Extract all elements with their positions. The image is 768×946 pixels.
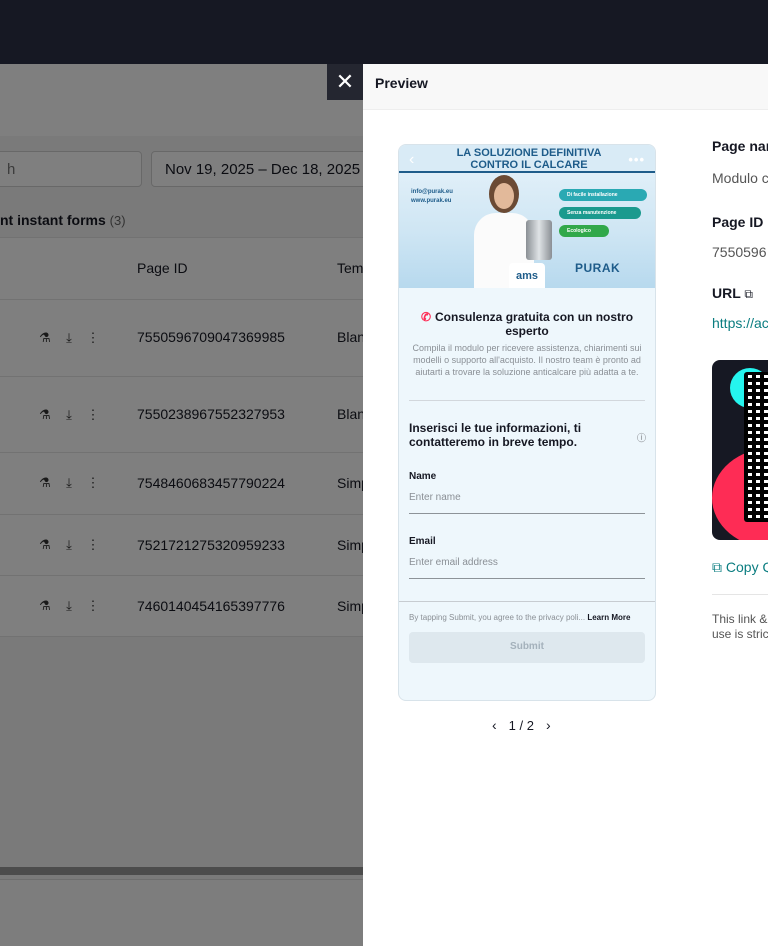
banner-contacts: info@purak.eu www.purak.eu [411, 188, 453, 206]
chevron-left-icon[interactable]: ‹ [492, 717, 497, 733]
banner-title: LA SOLUZIONE DEFINITIVA CONTRO IL CALCAR… [439, 147, 619, 171]
page-id-value: 7550596 [712, 244, 767, 260]
banner-email: info@purak.eu [411, 189, 453, 195]
qr-code-image [744, 372, 768, 522]
purak-logo: PURAK [575, 261, 621, 275]
disclaimer-line: This link & [712, 612, 768, 626]
banner-pill: Senza manutenzione [559, 207, 641, 219]
questions-heading-text: Inserisci le tue informazioni, ti contat… [409, 421, 582, 449]
url-link[interactable]: https://ac [712, 315, 768, 331]
intro-title: ✆ Consulenza gratuita con un nostro esper… [409, 310, 645, 338]
ams-logo: ams [509, 263, 545, 288]
close-button[interactable]: ✕ [327, 64, 363, 100]
chevron-right-icon[interactable]: › [546, 717, 551, 733]
disclaimer-line: use is stric [712, 627, 768, 641]
banner-pill: Ecologico [559, 225, 609, 237]
phone-icon: ✆ [420, 310, 432, 324]
preview-pager: ‹ 1 / 2 › [492, 717, 551, 733]
preview-drawer: Preview LA SOLUZIONE DEFINITIVA CONTRO I… [363, 64, 768, 946]
drawer-title: Preview [363, 64, 768, 110]
disclaimer-text: This link & use is stric [712, 612, 768, 642]
email-field[interactable]: Enter email address [409, 557, 645, 579]
banner-title-line1: LA SOLUZIONE DEFINITIVA [456, 147, 602, 159]
page-name-label: Page nar [712, 138, 768, 154]
banner-pill: Di facile installazione [559, 189, 647, 201]
divider [712, 594, 768, 595]
consent-text: By tapping Submit, you agree to the priv… [409, 613, 586, 622]
page-id-label: Page ID [712, 214, 764, 230]
copy-icon[interactable]: ⧉ [744, 287, 753, 301]
form-banner-image: LA SOLUZIONE DEFINITIVA CONTRO IL CALCAR… [399, 145, 655, 288]
info-icon[interactable]: ⓘ [637, 431, 646, 445]
questions-heading: Inserisci le tue informazioni, ti contat… [399, 401, 655, 449]
chevron-left-icon[interactable]: ‹ [409, 151, 414, 169]
page-name-value: Modulo c [712, 170, 768, 186]
intro-description: Compila il modulo per ricevere assistenz… [412, 343, 642, 377]
form-fields: Name Enter name Email Enter email addres… [409, 471, 645, 579]
qr-code-card [712, 360, 768, 540]
product-device-image [526, 220, 552, 260]
phone-preview: LA SOLUZIONE DEFINITIVA CONTRO IL CALCAR… [398, 144, 656, 701]
form-intro: ✆ Consulenza gratuita con un nostro esper… [399, 288, 655, 378]
email-label: Email [409, 536, 436, 547]
banner-title-line2: CONTRO IL CALCARE [470, 159, 588, 171]
banner-website: www.purak.eu [411, 198, 452, 204]
person-face [494, 183, 514, 209]
intro-title-text: Consulenza gratuita con un nostro espert… [435, 310, 634, 338]
pager-text: 1 / 2 [508, 717, 534, 733]
name-field[interactable]: Enter name [409, 492, 645, 514]
top-bar [0, 0, 768, 64]
close-icon: ✕ [335, 69, 355, 94]
url-label-text: URL [712, 285, 741, 301]
submit-button[interactable]: Submit [409, 632, 645, 663]
copy-qr-label: Copy Q [725, 559, 768, 575]
privacy-consent: By tapping Submit, you agree to the priv… [399, 602, 655, 622]
url-label: URL ⧉ [712, 285, 753, 302]
copy-qr-button[interactable]: ⧉ Copy Q [712, 559, 768, 576]
more-horizontal-icon[interactable]: ••• [628, 152, 645, 167]
copy-icon: ⧉ [712, 559, 722, 575]
learn-more-link[interactable]: Learn More [587, 613, 630, 622]
name-label: Name [409, 471, 437, 482]
